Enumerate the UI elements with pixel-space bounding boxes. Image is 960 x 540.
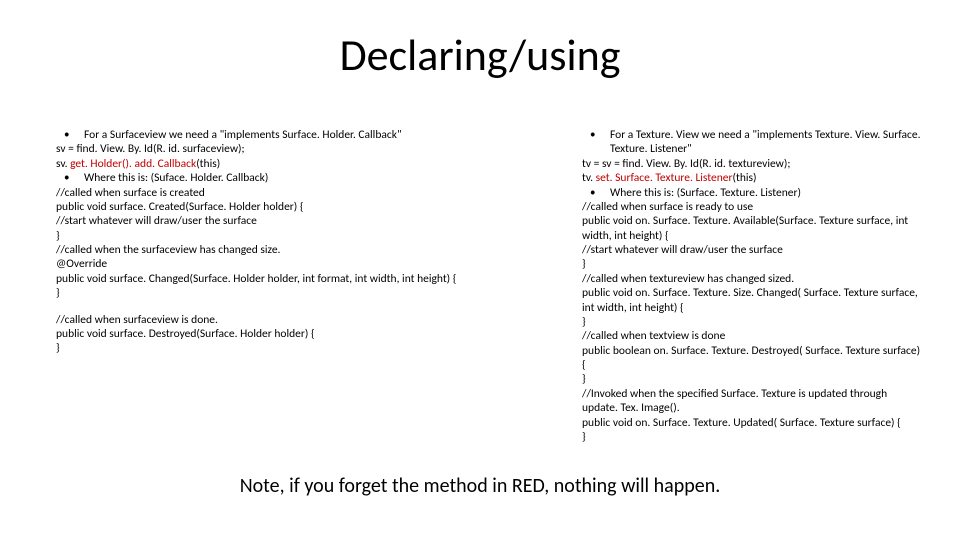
spacer [56, 301, 566, 313]
left-line: sv = find. View. By. Id(R. id. surfacevi… [56, 142, 566, 156]
left-line: //called when surface is created [56, 186, 566, 200]
right-line: //Invoked when the specified Surface. Te… [582, 387, 924, 416]
text: tv. [582, 171, 596, 185]
right-line: //called when surface is ready to use [582, 200, 924, 214]
columns: For a Surfaceview we need a "implements … [56, 128, 924, 444]
left-bullet-2: Where this is: (Suface. Holder. Callback… [56, 171, 566, 185]
text: sv. [56, 157, 70, 171]
right-line: public void on. Surface. Texture. Size. … [582, 286, 924, 315]
left-line: //start whatever will draw/user the surf… [56, 214, 566, 228]
left-bullet-1: For a Surfaceview we need a "implements … [56, 128, 566, 142]
left-line: public void surface. Changed(Surface. Ho… [56, 272, 566, 286]
right-column: For a Texture. View we need a "implement… [582, 128, 924, 444]
right-line: //start whatever will draw/user the surf… [582, 243, 924, 257]
right-line: public boolean on. Surface. Texture. Des… [582, 344, 924, 373]
red-text: set. Surface. Texture. Listener [596, 171, 733, 185]
left-line: //called when the surfaceview has change… [56, 243, 566, 257]
right-line: public void on. Surface. Texture. Update… [582, 416, 924, 430]
right-line: tv = sv = find. View. By. Id(R. id. text… [582, 157, 924, 171]
right-line-red: tv. set. Surface. Texture. Listener(this… [582, 171, 924, 185]
right-line: //called when textureview has changed si… [582, 272, 924, 286]
text: (this) [196, 157, 220, 171]
red-text: get. Holder(). add. Callback [70, 157, 196, 171]
text: (this) [733, 171, 757, 185]
slide: Declaring/using For a Surfaceview we nee… [0, 0, 960, 540]
left-line: } [56, 286, 566, 300]
right-line: } [582, 372, 924, 386]
left-line: //called when surfaceview is done. [56, 313, 566, 327]
right-bullet-1: For a Texture. View we need a "implement… [582, 128, 924, 157]
right-line: } [582, 315, 924, 329]
right-line: public void on. Surface. Texture. Availa… [582, 214, 924, 243]
right-line: } [582, 257, 924, 271]
footer-note: Note, if you forget the method in RED, n… [0, 474, 960, 498]
left-line: } [56, 341, 566, 355]
left-line: public void surface. Created(Surface. Ho… [56, 200, 566, 214]
right-line: } [582, 430, 924, 444]
left-column: For a Surfaceview we need a "implements … [56, 128, 566, 444]
right-line: //called when textview is done [582, 329, 924, 343]
slide-title: Declaring/using [0, 28, 960, 82]
left-line-red: sv. get. Holder(). add. Callback(this) [56, 157, 566, 171]
left-line: public void surface. Destroyed(Surface. … [56, 327, 566, 341]
left-line: } [56, 229, 566, 243]
left-line: @Override [56, 257, 566, 271]
right-bullet-2: Where this is: (Surface. Texture. Listen… [582, 186, 924, 200]
